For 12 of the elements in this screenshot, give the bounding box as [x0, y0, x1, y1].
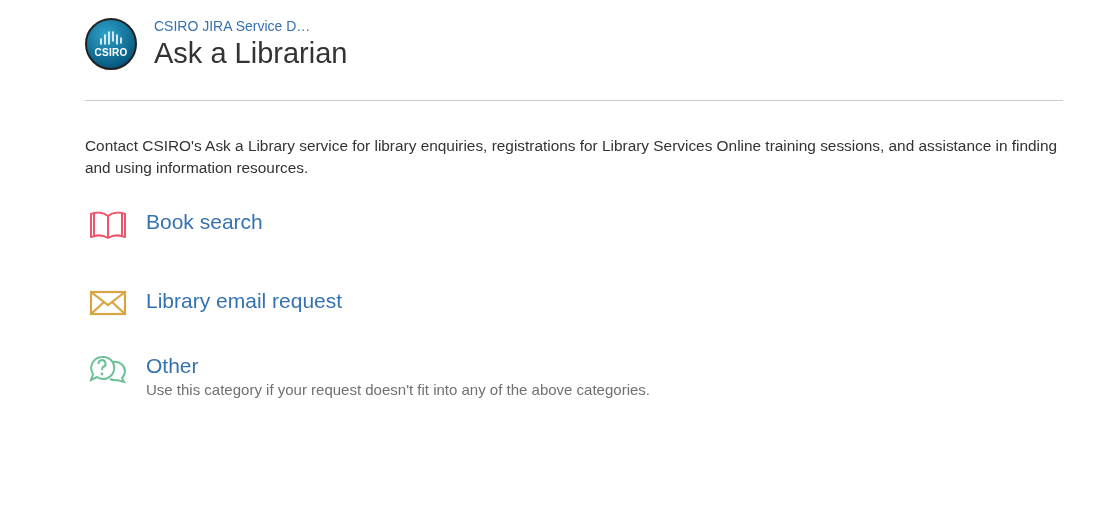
- request-type-link[interactable]: Other: [146, 354, 199, 377]
- book-icon: [89, 210, 127, 240]
- service-description: Contact CSIRO's Ask a Library service for library enquiries, registrations for Library Services Online training sessions, and assistance in finding and using information resources.: [85, 136, 1059, 178]
- request-type-link[interactable]: Book search: [146, 210, 263, 233]
- page-title: Ask a Librarian: [154, 36, 348, 70]
- logo-text: CSIRO: [94, 47, 128, 58]
- request-type-link[interactable]: Library email request: [146, 289, 343, 312]
- envelope-icon: [89, 289, 127, 317]
- speech-bubbles-question-icon: [89, 354, 127, 384]
- request-type-description: Use this category if your request doesn't fit into any of the above categories.: [146, 380, 650, 400]
- sound-wave-icon: [99, 30, 123, 46]
- breadcrumb-link[interactable]: CSIRO JIRA Service D…: [154, 18, 348, 34]
